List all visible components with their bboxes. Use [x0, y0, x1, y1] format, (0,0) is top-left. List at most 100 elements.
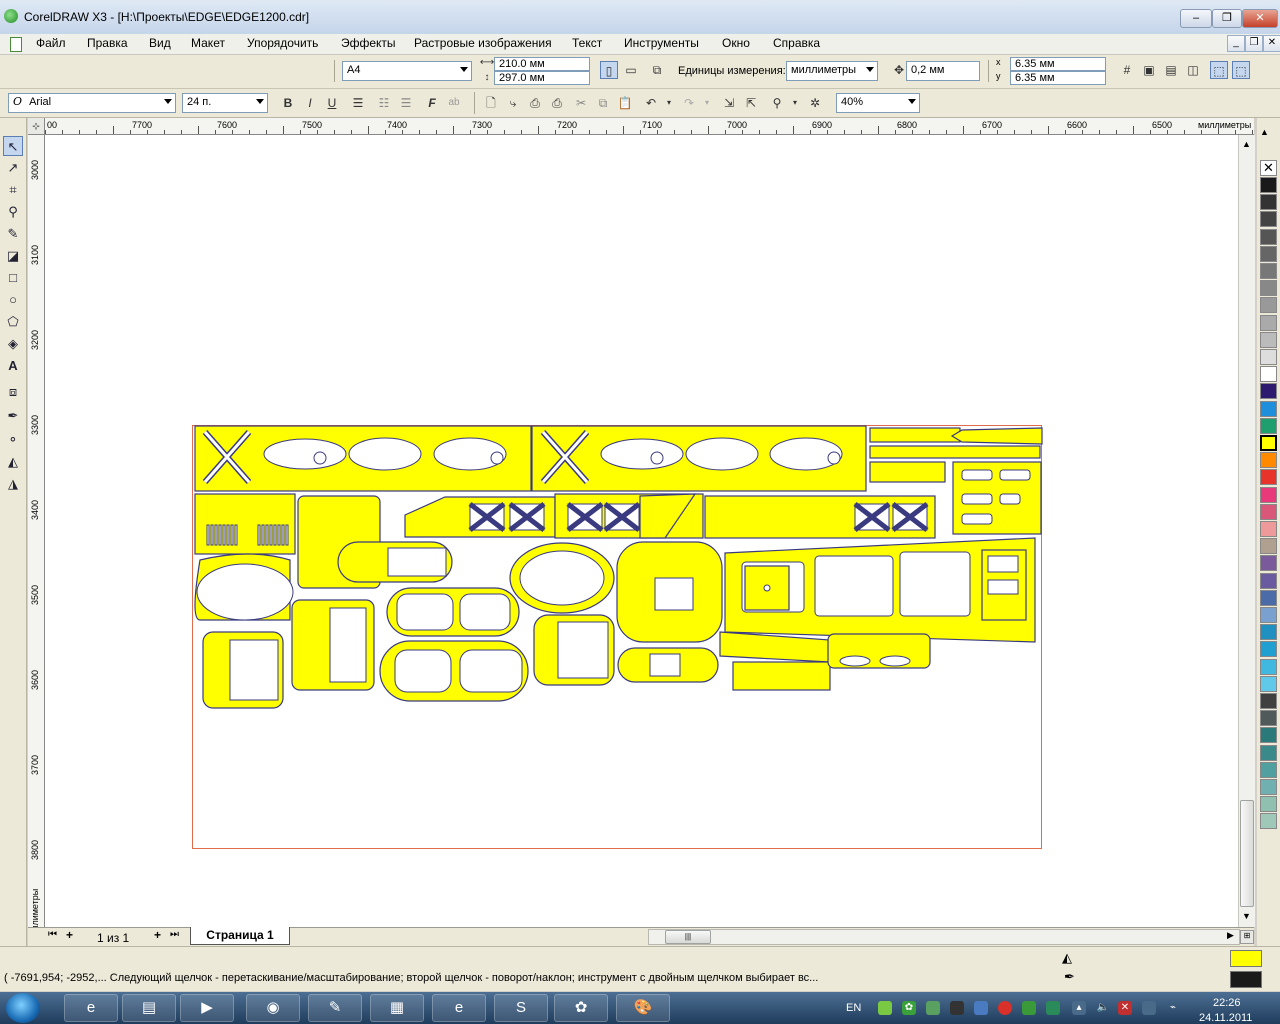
round-hole[interactable]	[827, 451, 841, 465]
tab-page-1[interactable]: Страница 1	[190, 927, 290, 945]
vent-slot[interactable]	[214, 524, 218, 546]
bracket-part[interactable]	[869, 461, 946, 483]
tray-sync-icon[interactable]	[926, 1001, 940, 1015]
rear-former-window[interactable]	[557, 621, 609, 679]
fill-color-indicator[interactable]	[1230, 950, 1262, 967]
wing-window[interactable]	[814, 555, 894, 617]
palette-swatch[interactable]	[1260, 228, 1277, 245]
slot-hole[interactable]	[961, 493, 993, 505]
explorer-taskbar-icon[interactable]: ▤	[122, 994, 176, 1022]
lightening-hole[interactable]	[600, 438, 684, 470]
palette-swatch[interactable]	[1260, 211, 1277, 228]
tab-hole[interactable]	[987, 579, 1019, 595]
vent-slot[interactable]	[269, 524, 273, 546]
tray-network-icon[interactable]: ⌁	[1166, 1001, 1180, 1015]
palette-swatch[interactable]	[1260, 177, 1277, 193]
main-former-window[interactable]	[654, 577, 694, 611]
round-hole[interactable]	[490, 451, 504, 465]
horizontal-scrollbar[interactable]	[648, 929, 1240, 945]
palette-swatch[interactable]	[1260, 744, 1277, 761]
last-page-icon[interactable]: ⏭	[170, 929, 179, 940]
tray-volume-icon[interactable]: 🔈	[1096, 1001, 1110, 1015]
vent-slot[interactable]	[261, 524, 265, 546]
palette-swatch[interactable]	[1260, 383, 1277, 400]
palette-swatch[interactable]	[1260, 779, 1277, 795]
battery-plate[interactable]	[732, 661, 831, 691]
palette-swatch[interactable]	[1260, 400, 1277, 417]
vent-slot[interactable]	[230, 524, 234, 546]
vent-slot[interactable]	[257, 524, 261, 546]
spar-part[interactable]	[719, 631, 831, 663]
vent-slot[interactable]	[281, 524, 285, 546]
palette-swatch[interactable]	[1260, 813, 1277, 830]
palette-scroll-up-icon[interactable]: ▲	[1260, 127, 1269, 137]
long-strip-part[interactable]	[869, 445, 1041, 459]
lightening-hole[interactable]	[685, 437, 759, 471]
bulkhead-window[interactable]	[229, 639, 279, 701]
vent-slot[interactable]	[210, 524, 214, 546]
lightening-hole[interactable]	[348, 437, 422, 471]
calculator-taskbar-icon[interactable]: ▦	[370, 994, 424, 1022]
palette-swatch[interactable]	[1260, 555, 1277, 572]
tray-network-app-icon[interactable]	[974, 1001, 988, 1015]
vertical-scroll-thumb[interactable]	[1240, 800, 1254, 907]
tray-app2-icon[interactable]	[1046, 1001, 1060, 1015]
vent-slot[interactable]	[234, 524, 238, 546]
cut-parts-drawing[interactable]	[0, 0, 1280, 1024]
add-page-before-icon[interactable]: +	[66, 928, 73, 942]
round-hole[interactable]	[650, 451, 664, 465]
canopy-window[interactable]	[329, 607, 367, 683]
palette-swatch[interactable]	[1260, 727, 1277, 744]
large-oval-window[interactable]	[459, 649, 523, 693]
ie2-taskbar-icon[interactable]: e	[432, 994, 486, 1022]
palette-swatch[interactable]	[1260, 693, 1277, 709]
palette-swatch[interactable]	[1260, 521, 1277, 537]
slot-hole[interactable]	[999, 469, 1031, 481]
slot-hole[interactable]	[961, 513, 993, 525]
paint-taskbar-icon[interactable]: 🎨	[616, 994, 670, 1022]
motor-mount-hole[interactable]	[879, 655, 911, 667]
palette-swatch[interactable]	[1260, 538, 1277, 555]
palette-swatch[interactable]	[1260, 452, 1277, 469]
vent-slot[interactable]	[265, 524, 269, 546]
nose-former-hole[interactable]	[519, 550, 605, 606]
palette-swatch[interactable]	[1260, 417, 1277, 434]
add-page-after-icon[interactable]: +	[154, 928, 161, 942]
palette-swatch[interactable]	[1260, 297, 1277, 314]
scroll-up-icon[interactable]: ▲	[1242, 139, 1251, 149]
palette-swatch[interactable]	[1260, 486, 1277, 503]
outline-color-indicator[interactable]	[1230, 971, 1262, 988]
start-button-icon[interactable]	[6, 993, 40, 1023]
arrow-part[interactable]	[950, 427, 1043, 445]
tray-icq-icon[interactable]: ✿	[902, 1001, 916, 1015]
small-oval-window[interactable]	[649, 653, 681, 677]
palette-swatch[interactable]	[1260, 503, 1277, 520]
chrome-taskbar-icon[interactable]: ◉	[246, 994, 300, 1022]
vent-slot[interactable]	[222, 524, 226, 546]
vent-slot[interactable]	[206, 524, 210, 546]
palette-swatch[interactable]	[1260, 710, 1277, 727]
palette-swatch[interactable]	[1260, 366, 1277, 383]
round-hole[interactable]	[313, 451, 327, 465]
tray-app-icon[interactable]	[878, 1001, 892, 1015]
tray-flag-icon[interactable]: ✕	[1118, 1001, 1132, 1015]
no-color-swatch-icon[interactable]: ✕	[1260, 160, 1277, 176]
coreldraw-taskbar-icon[interactable]: ✎	[308, 994, 362, 1022]
palette-swatch[interactable]	[1260, 245, 1277, 262]
large-oval-window[interactable]	[394, 649, 452, 693]
oval-window[interactable]	[459, 593, 511, 631]
palette-swatch[interactable]	[1260, 796, 1277, 813]
motor-mount-hole[interactable]	[839, 655, 871, 667]
palette-swatch[interactable]	[1260, 607, 1277, 623]
tray-utorrent-icon[interactable]	[1022, 1001, 1036, 1015]
palette-swatch[interactable]	[1260, 435, 1277, 451]
navigator-icon[interactable]: ⊞	[1240, 930, 1254, 944]
former-hole[interactable]	[196, 563, 294, 621]
palette-swatch[interactable]	[1260, 572, 1277, 589]
skype-taskbar-icon[interactable]: S	[494, 994, 548, 1022]
palette-swatch[interactable]	[1260, 675, 1277, 692]
ie-taskbar-icon[interactable]: e	[64, 994, 118, 1022]
oval-window[interactable]	[396, 593, 454, 631]
palette-swatch[interactable]	[1260, 641, 1277, 658]
cut-parts[interactable]	[194, 425, 1043, 709]
